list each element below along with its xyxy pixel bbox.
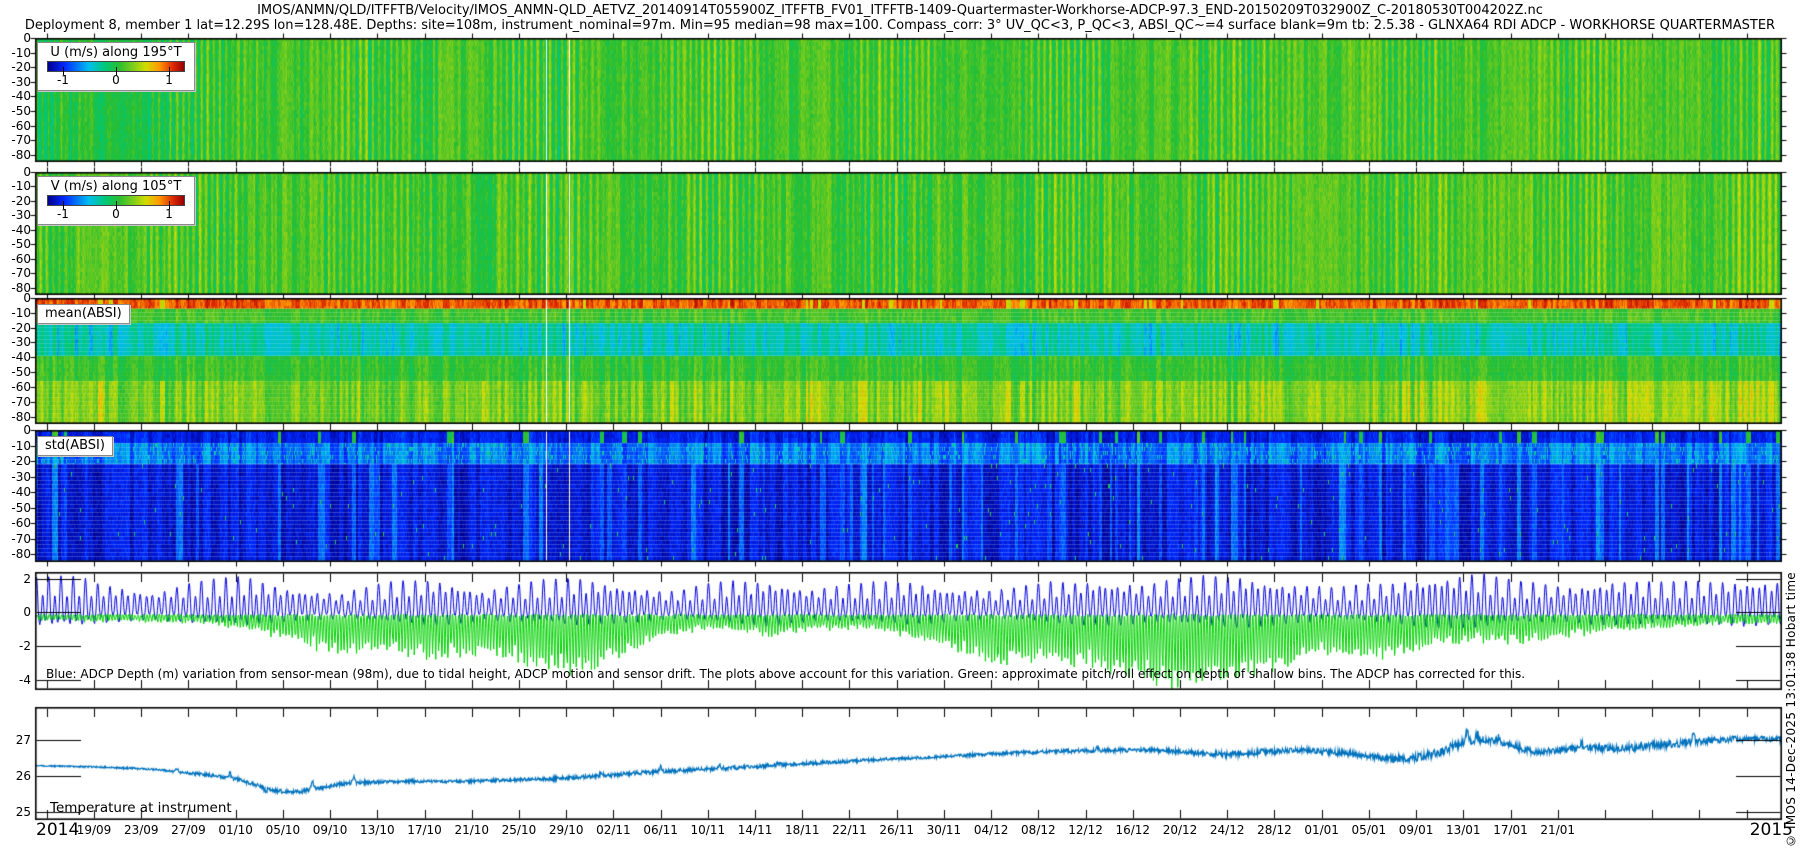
y-tick-label: -30 xyxy=(0,208,31,222)
v-colorbar-label-max: 1 xyxy=(165,207,173,221)
y-tick-label: -80 xyxy=(0,547,31,561)
y-tick-label: -60 xyxy=(0,380,31,394)
y-tick-label: -70 xyxy=(0,133,31,147)
v-colorbar xyxy=(48,196,184,205)
figure-title-filename: IMOS/ANMN/QLD/ITFFTB/Velocity/IMOS_ANMN-… xyxy=(0,3,1800,18)
y-tick-label: 0 xyxy=(0,423,31,437)
adcp-velocity-figure: IMOS/ANMN/QLD/ITFFTB/Velocity/IMOS_ANMN-… xyxy=(0,0,1800,850)
y-tick-label: -50 xyxy=(0,104,31,118)
y-tick-label: -80 xyxy=(0,410,31,424)
figure-subtitle-deployment: Deployment 8, member 1 lat=12.29S lon=12… xyxy=(0,18,1800,33)
depth-variation-note: Blue: ADCP Depth (m) variation from sens… xyxy=(46,667,1525,681)
panel-u-velocity-heatmap xyxy=(35,38,1782,162)
y-tick-label: -10 xyxy=(0,179,31,193)
mean-absi-label: mean(ABSI) xyxy=(37,304,130,324)
y-tick-label: 26 xyxy=(0,769,31,783)
y-tick-label: -30 xyxy=(0,470,31,484)
y-tick-label: 27 xyxy=(0,733,31,747)
y-tick-label: -50 xyxy=(0,501,31,515)
y-tick-label: -20 xyxy=(0,194,31,208)
y-tick-label: -2 xyxy=(0,639,31,653)
y-tick-label: -70 xyxy=(0,395,31,409)
v-colorbar-label-mid: 0 xyxy=(112,207,120,221)
legend-u-title: U (m/s) along 195°T xyxy=(38,43,194,62)
y-tick-label: -80 xyxy=(0,148,31,162)
u-colorbar-label-mid: 0 xyxy=(112,73,120,87)
u-colorbar-label-min: -1 xyxy=(57,73,69,87)
y-tick-label: -40 xyxy=(0,223,31,237)
y-tick-label: -30 xyxy=(0,75,31,89)
y-tick-label: -50 xyxy=(0,237,31,251)
y-tick-label: -50 xyxy=(0,365,31,379)
y-tick-label: -60 xyxy=(0,252,31,266)
u-colorbar-label-max: 1 xyxy=(165,73,173,87)
y-tick-label: -70 xyxy=(0,532,31,546)
y-tick-label: 2 xyxy=(0,572,31,586)
temperature-label: Temperature at instrument xyxy=(50,800,232,816)
y-tick-label: -20 xyxy=(0,60,31,74)
y-tick-label: -60 xyxy=(0,119,31,133)
panel-v-velocity-heatmap xyxy=(35,172,1782,295)
legend-v-title: V (m/s) along 105°T xyxy=(38,177,194,196)
y-tick-label: -40 xyxy=(0,485,31,499)
y-tick-label: -30 xyxy=(0,335,31,349)
y-tick-label: 0 xyxy=(0,605,31,619)
y-tick-label: 0 xyxy=(0,291,31,305)
legend-u-velocity: U (m/s) along 195°T -1 0 1 xyxy=(37,42,195,91)
y-tick-label: -20 xyxy=(0,321,31,335)
y-tick-label: -10 xyxy=(0,46,31,60)
panel-std-absi-heatmap xyxy=(35,430,1782,562)
y-tick-label: -10 xyxy=(0,439,31,453)
u-colorbar xyxy=(48,62,184,71)
y-tick-label: -70 xyxy=(0,266,31,280)
y-tick-label: 0 xyxy=(0,31,31,45)
y-tick-label: 25 xyxy=(0,805,31,819)
x-tick-label: 21/01 xyxy=(1528,823,1588,837)
y-tick-label: 0 xyxy=(0,165,31,179)
y-tick-label: -20 xyxy=(0,454,31,468)
panel-mean-absi-heatmap xyxy=(35,298,1782,424)
y-tick-label: -40 xyxy=(0,350,31,364)
std-absi-label: std(ABSI) xyxy=(37,436,113,456)
y-tick-label: -4 xyxy=(0,673,31,687)
y-tick-label: -10 xyxy=(0,306,31,320)
v-colorbar-label-min: -1 xyxy=(57,207,69,221)
y-tick-label: -40 xyxy=(0,89,31,103)
imos-watermark: © IMOS 14-Dec-2025 13:01:38 Hobart time xyxy=(1784,572,1798,847)
y-tick-label: -60 xyxy=(0,516,31,530)
panel-temperature-line xyxy=(35,707,1782,820)
legend-v-velocity: V (m/s) along 105°T -1 0 1 xyxy=(37,176,195,225)
